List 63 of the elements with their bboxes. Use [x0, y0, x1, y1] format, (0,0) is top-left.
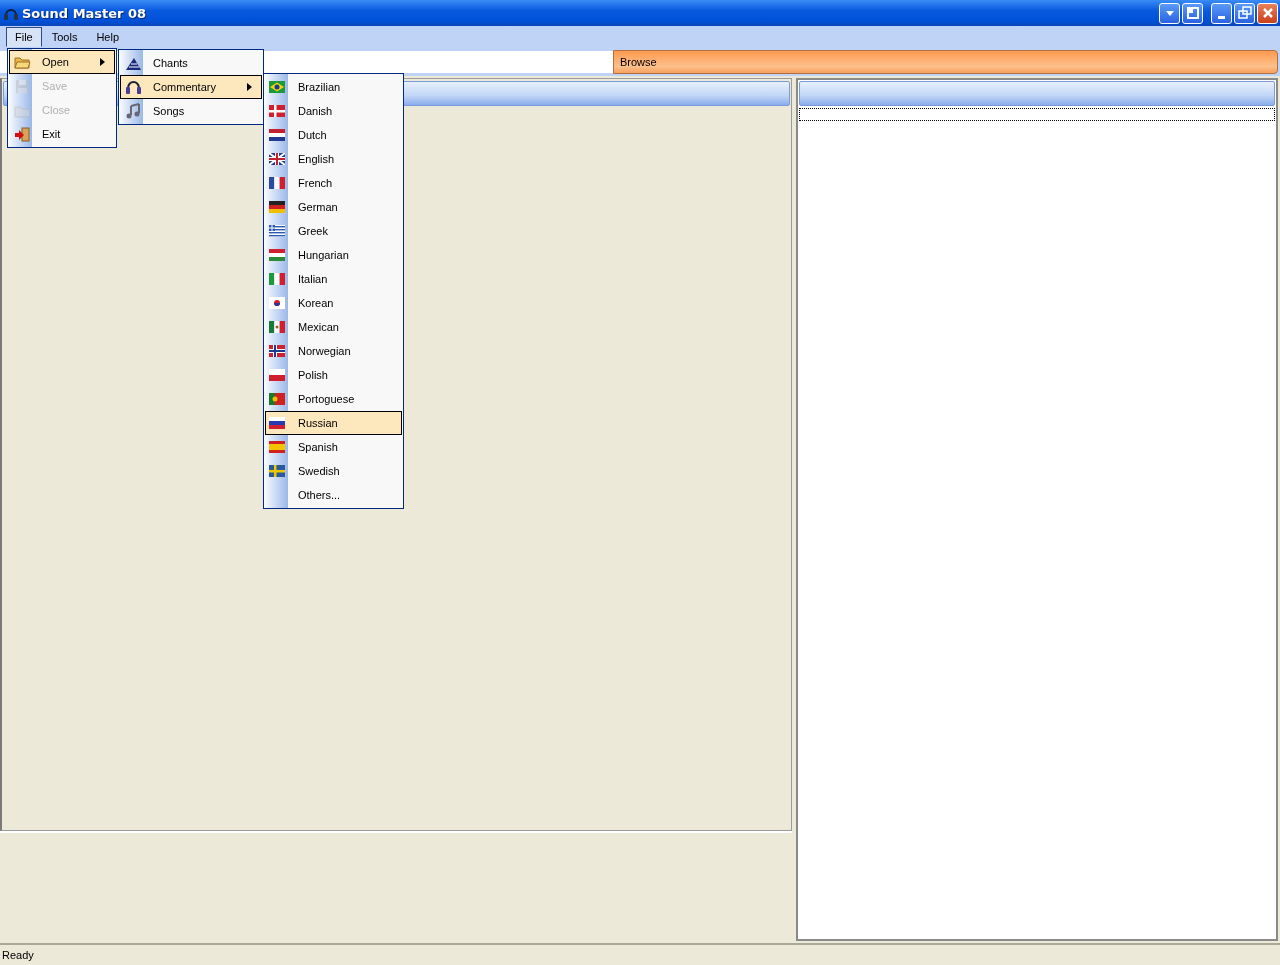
maximize-button[interactable]: [1234, 2, 1255, 24]
music-note-icon: [124, 103, 142, 119]
menu-item[interactable]: Greek: [265, 219, 402, 243]
menu-item[interactable]: Korean: [265, 291, 402, 315]
flag-icon: [269, 249, 285, 261]
menu-item[interactable]: Brazilian: [265, 75, 402, 99]
dropdown-icon: [1165, 10, 1174, 16]
menu-item[interactable]: French: [265, 171, 402, 195]
menu-item[interactable]: Portoguese: [265, 387, 402, 411]
flag-icon: [269, 273, 285, 285]
menu-item[interactable]: Tools: [42, 27, 87, 47]
minimize-icon: [1218, 15, 1225, 19]
menu-item[interactable]: File: [6, 27, 42, 47]
menu-item: Save: [9, 74, 115, 98]
status-text: Ready: [2, 949, 34, 961]
menu-item[interactable]: Polish: [265, 363, 402, 387]
browse-button[interactable]: Browse: [613, 50, 1278, 74]
flag-icon: [269, 441, 285, 453]
menu-item[interactable]: Songs: [120, 99, 262, 123]
folder-icon: [13, 54, 31, 70]
menu-item[interactable]: English: [265, 147, 402, 171]
minimize-button[interactable]: [1211, 2, 1232, 24]
menu-item[interactable]: Chants: [120, 51, 262, 75]
menu-item[interactable]: Spanish: [265, 435, 402, 459]
close-button[interactable]: [1257, 2, 1278, 24]
window-title: Sound Master 08: [22, 5, 147, 21]
menu-item[interactable]: Dutch: [265, 123, 402, 147]
menu-item[interactable]: Open: [9, 50, 115, 74]
maximize-icon: [1235, 4, 1254, 22]
menu-item[interactable]: Norwegian: [265, 339, 402, 363]
flag-icon: [269, 177, 285, 189]
menu-item[interactable]: Mexican: [265, 315, 402, 339]
menu-item[interactable]: Russian: [265, 411, 402, 435]
flag-icon: [269, 201, 285, 213]
menu-item[interactable]: Exit: [9, 122, 115, 146]
menu-item[interactable]: Others...: [265, 483, 402, 507]
flag-icon: [269, 321, 285, 333]
flag-icon: [269, 225, 285, 237]
menu-item[interactable]: Help: [87, 27, 129, 47]
flag-icon: [269, 417, 285, 429]
submenu-arrow-icon: [247, 83, 253, 91]
door-arrow-icon: [13, 126, 31, 142]
flag-icon: [269, 153, 285, 165]
flag-icon: [269, 129, 285, 141]
menu-item[interactable]: German: [265, 195, 402, 219]
menu-item[interactable]: Hungarian: [265, 243, 402, 267]
flag-icon: [269, 297, 285, 309]
menu-item[interactable]: Italian: [265, 267, 402, 291]
menu-item[interactable]: Danish: [265, 99, 402, 123]
restore-window-button[interactable]: [1182, 2, 1203, 24]
flag-icon: [269, 393, 285, 405]
headphones-icon: [124, 79, 142, 95]
dropdown-button[interactable]: [1159, 2, 1180, 24]
menu-item[interactable]: Swedish: [265, 459, 402, 483]
flag-icon: [269, 105, 285, 117]
flag-icon: [269, 369, 285, 381]
flag-icon: [269, 345, 285, 357]
flag-icon: [269, 465, 285, 477]
submenu-arrow-icon: [100, 58, 106, 66]
flag-icon: [269, 81, 285, 93]
list-row[interactable]: [799, 108, 1275, 121]
menu-item: Close: [9, 98, 115, 122]
menu-item[interactable]: Commentary: [120, 75, 262, 99]
